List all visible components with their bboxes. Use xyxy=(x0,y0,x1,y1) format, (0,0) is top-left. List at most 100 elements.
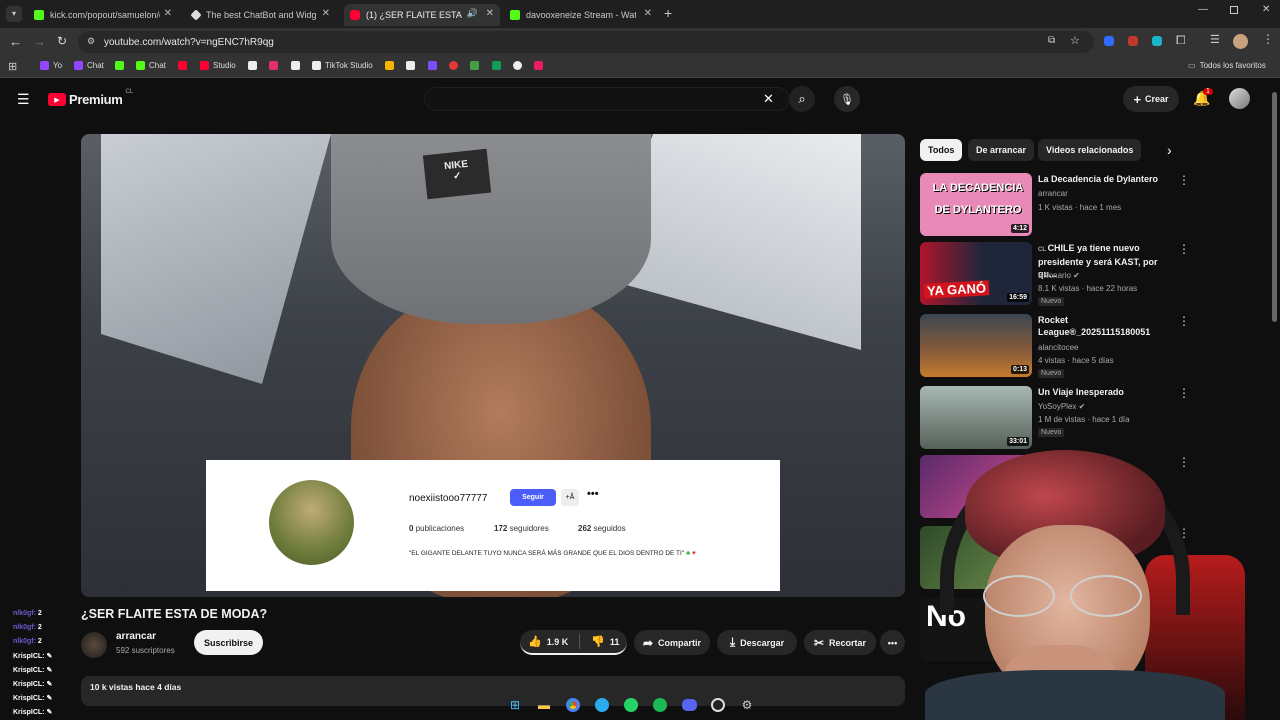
channel-name[interactable]: arrancar xyxy=(116,631,156,642)
account-avatar[interactable] xyxy=(1229,88,1250,109)
channel-avatar[interactable] xyxy=(81,632,107,658)
obs-icon[interactable] xyxy=(708,696,728,714)
bookmark-item[interactable]: Studio xyxy=(200,61,236,70)
forward-icon[interactable]: → xyxy=(33,34,46,49)
chip-from-channel[interactable]: De arrancar xyxy=(968,139,1035,161)
create-button[interactable]: + Crear xyxy=(1123,86,1179,112)
telegram-icon[interactable] xyxy=(592,696,612,714)
youtube-logo[interactable]: ▶ Premium CL xyxy=(48,89,133,107)
bookmark-label: Studio xyxy=(213,61,236,70)
close-tab-icon[interactable]: ✕ xyxy=(486,8,494,19)
url-bar[interactable]: ⚙ youtube.com/watch?v=ngENC7hR9qg ⧉ ☆ xyxy=(78,31,1094,53)
chrome-icon[interactable] xyxy=(563,696,583,714)
reload-icon[interactable]: ↻ xyxy=(57,34,67,48)
guide-menu-icon[interactable]: ☰ xyxy=(17,91,30,108)
more-actions-button[interactable]: ••• xyxy=(880,630,905,655)
whatsapp-icon[interactable] xyxy=(621,696,641,714)
close-tab-icon[interactable]: ✕ xyxy=(644,8,652,19)
share-button[interactable]: ➦ Compartir xyxy=(634,630,710,655)
kick-icon xyxy=(34,10,44,20)
recommendation-meta: 1 M de vistas · hace 1 día xyxy=(1038,415,1130,424)
windows-icon[interactable]: ⊞ xyxy=(505,696,525,714)
new-tab-button[interactable]: + xyxy=(664,5,672,21)
like-button[interactable]: 👍 1.9 K xyxy=(528,635,568,648)
bookmark-item[interactable]: Chat xyxy=(136,61,166,70)
tab-list-menu-icon[interactable]: ▾ xyxy=(6,6,22,22)
bookmark-item[interactable] xyxy=(534,61,543,70)
extension-icon[interactable] xyxy=(1104,36,1114,46)
chat-username: nlk0gf: xyxy=(13,624,36,631)
bookmark-item[interactable] xyxy=(470,61,479,70)
folder-icon[interactable]: ▬ xyxy=(534,696,554,714)
bookmark-item[interactable] xyxy=(269,61,278,70)
follow-button[interactable]: Seguir xyxy=(510,489,556,506)
chat-message: KrispICL: ✎ xyxy=(13,694,52,702)
bookmark-item[interactable]: Chat xyxy=(74,61,104,70)
bookmark-item[interactable] xyxy=(406,61,415,70)
thumbs-down-icon: 👎 xyxy=(591,636,605,648)
bookmark-item[interactable] xyxy=(291,61,300,70)
bookmark-item[interactable]: Yo xyxy=(40,61,62,70)
bookmark-item[interactable] xyxy=(248,61,257,70)
browser-tab[interactable]: davooxeneize Stream - Watch ✕ xyxy=(504,4,658,26)
all-bookmarks-folder[interactable]: ▭ Todos los favoritos xyxy=(1188,61,1266,70)
chip-related[interactable]: Videos relacionados xyxy=(1038,139,1142,161)
chrome-menu-icon[interactable]: ⋮ xyxy=(1262,32,1274,46)
profile-avatar[interactable] xyxy=(1233,34,1248,49)
bookmark-item[interactable]: TikTok Studio xyxy=(312,61,373,70)
more-options-icon[interactable]: ••• xyxy=(587,488,599,500)
close-tab-icon[interactable]: ✕ xyxy=(164,8,172,19)
download-button[interactable]: ⤓ Descargar xyxy=(717,630,797,655)
minimize-button[interactable]: — xyxy=(1198,4,1208,15)
dislike-button[interactable]: 👎 11 xyxy=(591,635,619,648)
browser-tab[interactable]: kick.com/popout/samuelon/ch ✕ xyxy=(28,4,178,26)
browser-tab[interactable]: The best ChatBot and Widg ✕ xyxy=(186,4,336,26)
bookmark-item[interactable] xyxy=(178,61,187,70)
chip-all[interactable]: Todos xyxy=(920,139,963,161)
more-vertical-icon[interactable]: ⋮ xyxy=(1178,386,1190,400)
browser-tab-active[interactable]: (1) ¿SER FLAITE ESTA DE M 🔊 ✕ xyxy=(344,4,500,26)
discord-icon[interactable] xyxy=(679,696,699,714)
bookmark-star-icon[interactable]: ☆ xyxy=(1070,34,1080,47)
bookmark-item[interactable] xyxy=(115,61,124,70)
subscribe-button[interactable]: Suscribirse xyxy=(194,630,263,655)
settings-icon[interactable]: ⚙ xyxy=(737,696,757,714)
page-scrollbar[interactable] xyxy=(1272,92,1277,322)
notification-count-badge: 1 xyxy=(1203,88,1213,95)
add-person-icon[interactable]: +Å xyxy=(561,489,579,506)
spotify-icon[interactable] xyxy=(650,696,670,714)
reading-list-icon[interactable]: ☰ xyxy=(1210,33,1220,46)
voice-search-button[interactable]: 🎙 xyxy=(834,86,860,112)
back-icon[interactable]: ← xyxy=(9,34,22,49)
recommendation-item[interactable]: LA DECADENCIA DE DYLANTERO 4:12 La Decad… xyxy=(920,173,1190,237)
recommendation-item[interactable]: YA GANÓ 16:59 CL CHILE ya tiene nuevo pr… xyxy=(920,242,1190,306)
chevron-right-icon[interactable]: › xyxy=(1167,142,1172,158)
clip-button[interactable]: ✂ Recortar xyxy=(804,630,876,655)
notifications-button[interactable]: 🔔 1 xyxy=(1193,88,1213,107)
glasses xyxy=(983,575,1148,620)
description-box[interactable]: 10 k vistas hace 4 días xyxy=(81,676,905,706)
bookmark-item[interactable] xyxy=(428,61,437,70)
bookmark-item[interactable] xyxy=(449,61,458,70)
bookmark-item[interactable] xyxy=(513,61,522,70)
search-input[interactable]: ✕ xyxy=(424,87,790,111)
recommendation-item[interactable]: 0:13 Rocket League®_20251115180051 alanc… xyxy=(920,314,1190,378)
extensions-puzzle-icon[interactable]: ⧠ xyxy=(1176,33,1186,48)
close-window-button[interactable]: ✕ xyxy=(1262,4,1270,15)
maximize-button[interactable] xyxy=(1230,6,1238,14)
clear-search-icon[interactable]: ✕ xyxy=(763,91,774,107)
install-app-icon[interactable]: ⧉ xyxy=(1048,35,1055,46)
bookmark-item[interactable] xyxy=(492,61,501,70)
more-vertical-icon[interactable]: ⋮ xyxy=(1178,242,1190,256)
audio-playing-icon[interactable]: 🔊 xyxy=(467,8,478,19)
more-vertical-icon[interactable]: ⋮ xyxy=(1178,314,1190,328)
bookmark-item[interactable] xyxy=(385,61,394,70)
search-button[interactable]: ⌕ xyxy=(789,86,815,112)
extension-icon[interactable] xyxy=(1128,36,1138,46)
apps-grid-icon[interactable]: ⊞ xyxy=(8,60,17,73)
site-info-icon[interactable]: ⚙ xyxy=(87,36,95,47)
recommendation-item[interactable]: 33:01 Un Viaje Inesperado YoSoyPlex ✔ 1 … xyxy=(920,386,1190,450)
close-tab-icon[interactable]: ✕ xyxy=(322,8,330,19)
extension-icon[interactable] xyxy=(1152,36,1162,46)
more-vertical-icon[interactable]: ⋮ xyxy=(1178,173,1190,187)
